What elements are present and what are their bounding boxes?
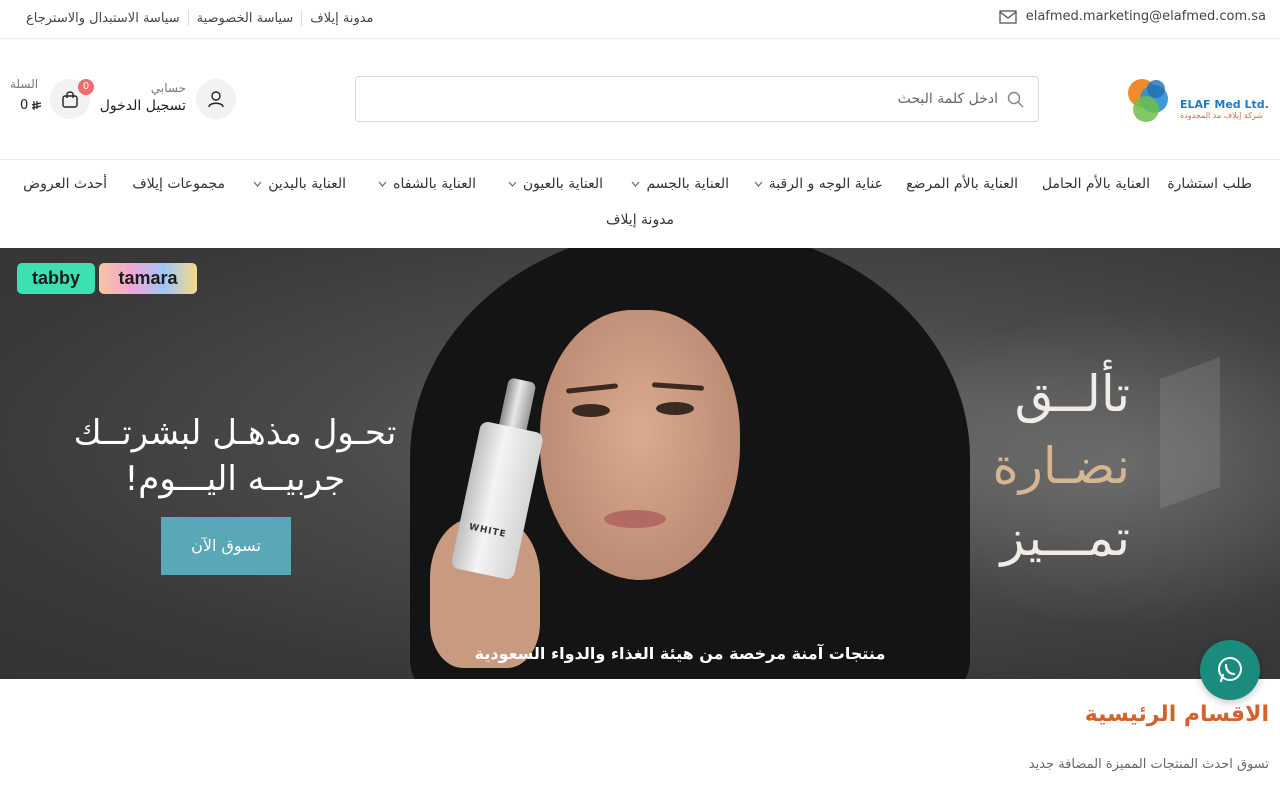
model-eye xyxy=(656,402,694,415)
contact-email-text: elafmed.marketing@elafmed.com.sa xyxy=(1025,9,1266,24)
model-face xyxy=(540,310,740,580)
nav-item[interactable]: أحدث العروض xyxy=(23,176,107,192)
top-link-return-policy[interactable]: سياسة الاستبدال والاسترجاع xyxy=(18,11,188,26)
sfda-note: منتجات آمنة مرخصة من هيئة الغذاء والدواء… xyxy=(474,644,886,663)
bottle-cap xyxy=(498,377,537,433)
chevron-down-icon xyxy=(253,181,262,187)
tagline-word-2: نضـارة xyxy=(992,437,1131,495)
cart-total: 0 xyxy=(20,98,42,113)
nav-item-label: أحدث العروض xyxy=(23,176,107,192)
section-subtitle: تسوق احدث المنتجات المميزة المضافة جديد xyxy=(1028,757,1269,772)
cart-total-value: 0 xyxy=(20,98,29,113)
search-bar xyxy=(355,76,1039,122)
main-nav: طلب استشارة العناية بالأم الحامل العناية ب… xyxy=(0,160,1280,248)
nav-item[interactable]: مجموعات إيلاف xyxy=(132,176,225,192)
nav-item[interactable]: العناية بالأم المرضع xyxy=(906,176,1018,192)
site-logo[interactable]: ELAF Med Ltd. شركة إيلاف مد المحدودة xyxy=(1120,73,1269,129)
hero-line-1: تحـول مذهـل لبشرتــك xyxy=(73,413,397,453)
search-input[interactable] xyxy=(378,77,998,121)
nav-item-blog[interactable]: مدونة إيلاف xyxy=(0,212,1280,228)
section-title: الاقسام الرئيسية xyxy=(1084,702,1269,727)
tabby-logo: tabby xyxy=(17,263,95,294)
user-avatar[interactable] xyxy=(196,79,236,119)
whatsapp-button[interactable] xyxy=(1200,640,1260,700)
nav-item-label: العناية بالشفاه xyxy=(393,176,476,192)
cart-label: السلة xyxy=(10,77,39,91)
tagline-word-3: تمـــيز xyxy=(1000,509,1130,567)
logo-subtitle: شركة إيلاف مد المحدودة xyxy=(1180,111,1264,120)
chevron-down-icon xyxy=(754,181,763,187)
tagline-word-1: تألــق xyxy=(1014,365,1130,423)
nav-item[interactable]: العناية بالأم الحامل xyxy=(1042,176,1150,192)
nav-item-label: عناية الوجه و الرقبة xyxy=(768,176,883,192)
nav-item[interactable]: طلب استشارة xyxy=(1167,176,1252,192)
nav-item-label: العناية بالأم الحامل xyxy=(1041,176,1150,192)
top-link-privacy-policy[interactable]: سياسة الخصوصية xyxy=(189,11,302,26)
whatsapp-icon xyxy=(1218,657,1242,683)
account-menu[interactable]: حسابي تسجيل الدخول xyxy=(100,79,236,119)
nav-item[interactable]: العناية بالشفاه xyxy=(378,176,476,192)
hero-banner[interactable]: WHITE tabby tamara تحـول مذهـل لبشرتــك … xyxy=(0,248,1280,679)
top-link-blog[interactable]: مدونة إيلاف xyxy=(302,11,381,26)
hero-headline: تحـول مذهـل لبشرتــك جربيــه اليـــوم! xyxy=(30,410,440,502)
top-links: سياسة الاستبدال والاسترجاع سياسة الخصوصي… xyxy=(18,10,382,26)
logo-name: ELAF Med Ltd. xyxy=(1180,98,1269,111)
logo-mark-icon xyxy=(1128,79,1168,122)
nav-item[interactable]: العناية بالعيون xyxy=(508,176,603,192)
model-eye xyxy=(572,404,610,417)
window-shadow xyxy=(1160,357,1220,509)
model-lips xyxy=(604,510,666,528)
nav-item-label: العناية باليدين xyxy=(268,176,346,192)
nav-item-label: العناية بالأم المرضع xyxy=(906,176,1018,192)
nav-item-label: العناية بالعيون xyxy=(522,176,603,192)
hero-tagline: تألــق نضـارة تمـــيز xyxy=(930,358,1131,574)
nav-item[interactable]: العناية باليدين xyxy=(253,176,346,192)
cart[interactable]: السلة 0 0 xyxy=(10,77,94,121)
nav-item[interactable]: العناية بالجسم xyxy=(631,176,729,192)
chevron-down-icon xyxy=(378,181,387,187)
nav-item-label: مجموعات إيلاف xyxy=(132,176,225,192)
mail-icon xyxy=(999,9,1017,24)
nav-item[interactable]: عناية الوجه و الرقبة xyxy=(754,176,883,192)
riyal-icon xyxy=(32,101,42,110)
tamara-logo: tamara xyxy=(99,263,197,294)
account-label: حسابي xyxy=(150,81,186,95)
contact-email[interactable]: elafmed.marketing@elafmed.com.sa xyxy=(999,9,1266,24)
payment-badges: tabby tamara xyxy=(17,263,197,294)
nav-item-label: طلب استشارة xyxy=(1167,176,1252,192)
search-icon[interactable] xyxy=(1007,91,1024,108)
chevron-down-icon xyxy=(632,181,640,187)
top-bar: elafmed.marketing@elafmed.com.sa سياسة ا… xyxy=(0,0,1280,39)
hero-line-2: جربيــه اليـــوم! xyxy=(124,459,346,499)
shopping-bag-icon xyxy=(62,91,78,108)
nav-row: طلب استشارة العناية بالأم الحامل العناية ب… xyxy=(0,176,1280,198)
shop-now-button[interactable]: تسوق الآن xyxy=(161,517,291,575)
header: ELAF Med Ltd. شركة إيلاف مد المحدودة حسا… xyxy=(0,39,1280,160)
user-icon xyxy=(208,91,224,108)
login-link[interactable]: تسجيل الدخول xyxy=(100,98,186,114)
cart-count-badge: 0 xyxy=(78,79,94,95)
nav-item-label: العناية بالجسم xyxy=(646,176,729,192)
chevron-down-icon xyxy=(508,181,517,187)
